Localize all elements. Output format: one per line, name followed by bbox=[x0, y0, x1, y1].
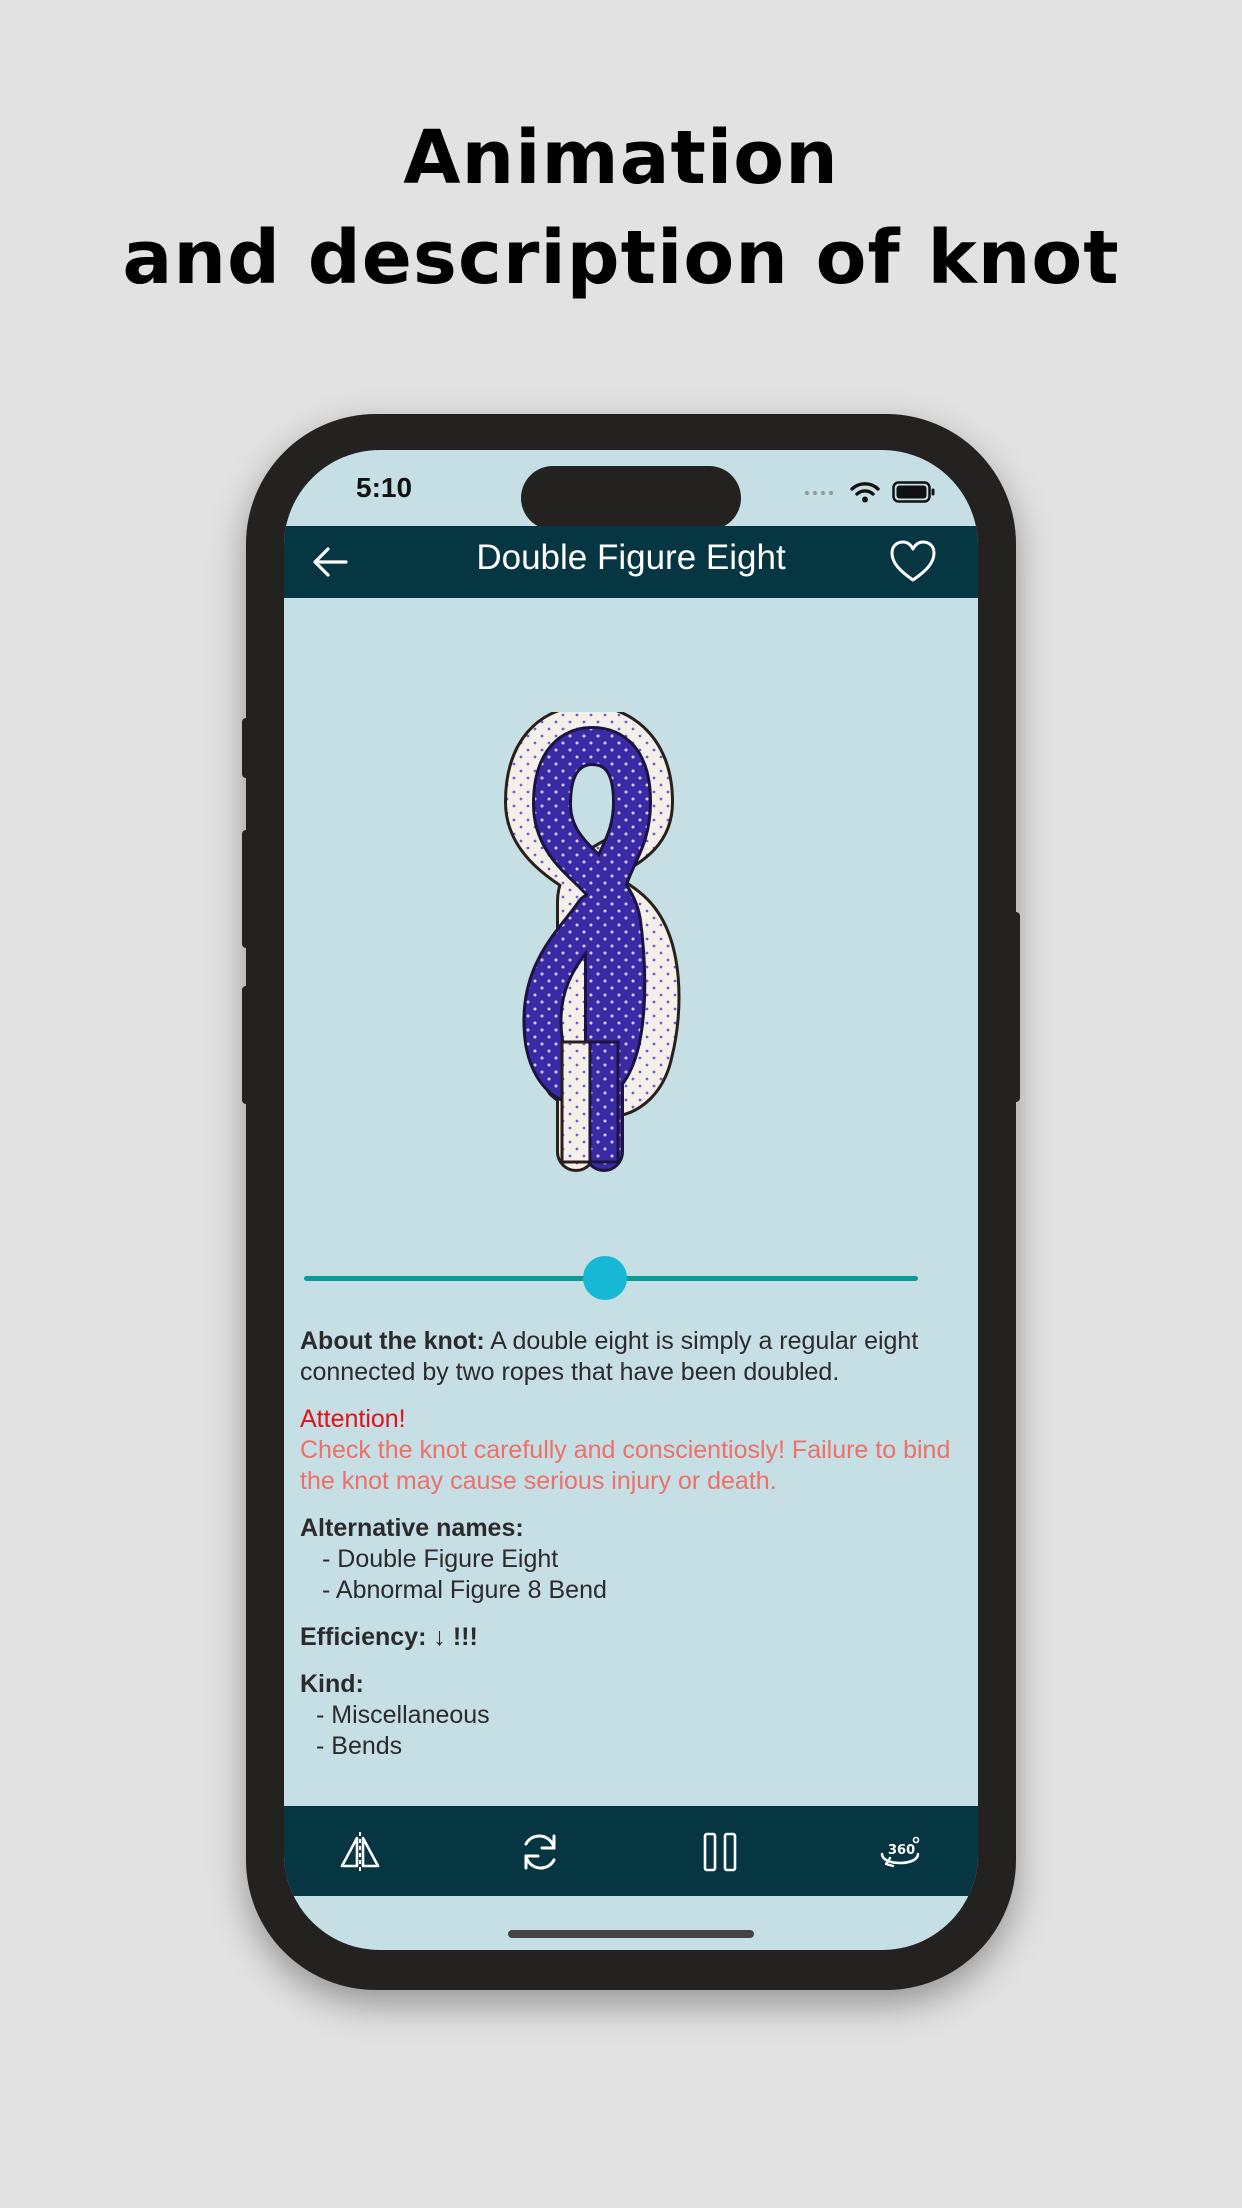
about-paragraph: About the knot: A double eight is simply… bbox=[300, 1326, 960, 1388]
dynamic-island bbox=[521, 466, 741, 530]
attention-title: Attention! bbox=[300, 1405, 406, 1433]
page-title: Double Figure Eight bbox=[476, 538, 786, 577]
attention-text: Check the knot carefully and conscientio… bbox=[300, 1436, 951, 1495]
efficiency-value: ↓ !!! bbox=[433, 1623, 478, 1651]
knot-animation bbox=[504, 712, 681, 1172]
battery-icon bbox=[892, 481, 935, 503]
phone-volume-down bbox=[242, 986, 250, 1104]
heart-outline-icon[interactable] bbox=[888, 538, 938, 586]
efficiency-section: Efficiency: ↓ !!! bbox=[300, 1622, 960, 1653]
kind-item: - Miscellaneous bbox=[316, 1701, 490, 1729]
home-indicator[interactable] bbox=[508, 1930, 754, 1938]
knot-description: About the knot: A double eight is simply… bbox=[300, 1326, 960, 1778]
about-label: About the knot: bbox=[300, 1327, 485, 1355]
alt-name-item: - Double Figure Eight bbox=[322, 1545, 559, 1573]
status-icons bbox=[804, 478, 936, 506]
animation-slider-thumb[interactable] bbox=[582, 1256, 627, 1300]
alt-name-item: - Abnormal Figure 8 Bend bbox=[322, 1576, 607, 1604]
phone-mute-switch bbox=[242, 718, 250, 778]
attention-paragraph: Attention! Check the knot carefully and … bbox=[300, 1404, 960, 1497]
signal-icon bbox=[804, 490, 834, 496]
headline-line-2: and description of knot bbox=[122, 215, 1120, 301]
refresh-icon[interactable] bbox=[516, 1828, 564, 1876]
phone-screen: 5:10 Double Figure Eight About the knot:… bbox=[284, 450, 978, 1950]
svg-text:360: 360 bbox=[888, 1843, 915, 1858]
kind-section: Kind: - Miscellaneous - Bends bbox=[300, 1669, 960, 1762]
mirror-icon[interactable] bbox=[336, 1828, 384, 1876]
app-bar: Double Figure Eight bbox=[284, 526, 978, 598]
kind-item: - Bends bbox=[316, 1732, 403, 1760]
alt-names-label: Alternative names: bbox=[300, 1514, 524, 1542]
status-time: 5:10 bbox=[356, 472, 413, 503]
phone-volume-up bbox=[242, 830, 250, 948]
bottom-toolbar: 360 bbox=[284, 1806, 978, 1896]
headline: Animation and description of knot bbox=[0, 108, 1242, 308]
rotate-360-icon[interactable]: 360 bbox=[876, 1828, 924, 1876]
alt-names-section: Alternative names: - Double Figure Eight… bbox=[300, 1513, 960, 1606]
wifi-icon bbox=[850, 482, 880, 503]
pause-icon[interactable] bbox=[696, 1828, 744, 1876]
headline-line-1: Animation bbox=[403, 115, 839, 201]
kind-label: Kind: bbox=[300, 1670, 364, 1698]
efficiency-label: Efficiency: bbox=[300, 1623, 427, 1651]
phone-power-button bbox=[1012, 912, 1020, 1102]
